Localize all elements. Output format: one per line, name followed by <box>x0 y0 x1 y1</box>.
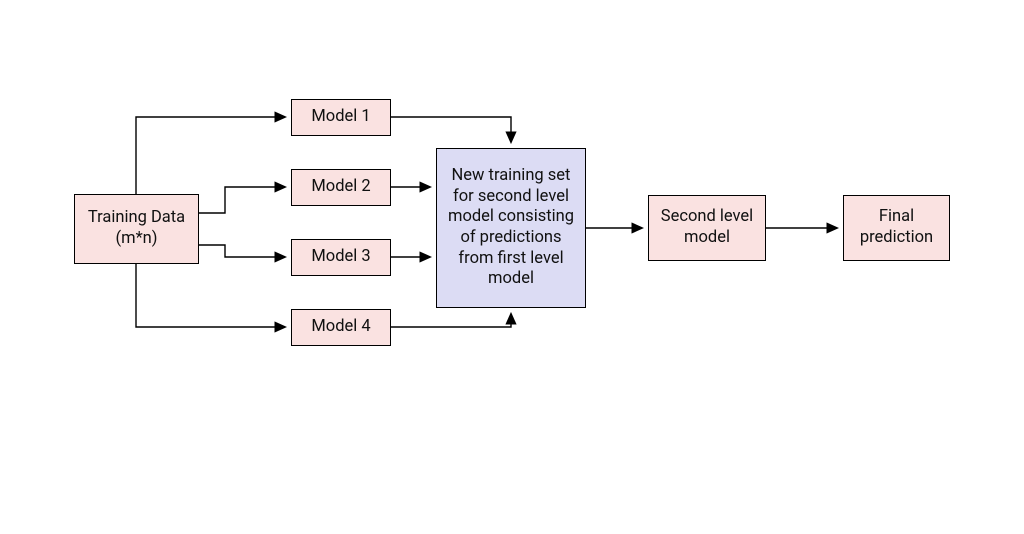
model-1-label: Model 1 <box>311 107 370 128</box>
model-2-box: Model 2 <box>291 169 391 206</box>
arrow-m4-to-nts <box>391 314 511 327</box>
second-level-model-box: Second level model <box>648 195 766 261</box>
arrow-m1-to-nts <box>391 117 511 142</box>
model-1-box: Model 1 <box>291 99 391 136</box>
new-training-set-label: New training set for second level model … <box>447 166 575 290</box>
model-3-box: Model 3 <box>291 239 391 276</box>
arrow-td-to-model3 <box>199 245 285 257</box>
second-level-model-label: Second level model <box>659 207 755 248</box>
training-data-box: Training Data (m*n) <box>74 194 199 264</box>
arrow-td-to-model4 <box>136 264 285 327</box>
training-data-line2: (m*n) <box>115 229 157 248</box>
arrow-td-to-model2 <box>199 187 285 213</box>
training-data-line1: Training Data <box>88 208 185 227</box>
model-4-box: Model 4 <box>291 309 391 346</box>
arrow-td-to-model1 <box>136 117 285 194</box>
new-training-set-box: New training set for second level model … <box>436 148 586 308</box>
final-prediction-box: Final prediction <box>843 195 950 261</box>
model-3-label: Model 3 <box>311 247 370 268</box>
model-2-label: Model 2 <box>311 177 370 198</box>
model-4-label: Model 4 <box>311 317 370 338</box>
final-prediction-label: Final prediction <box>854 207 939 248</box>
